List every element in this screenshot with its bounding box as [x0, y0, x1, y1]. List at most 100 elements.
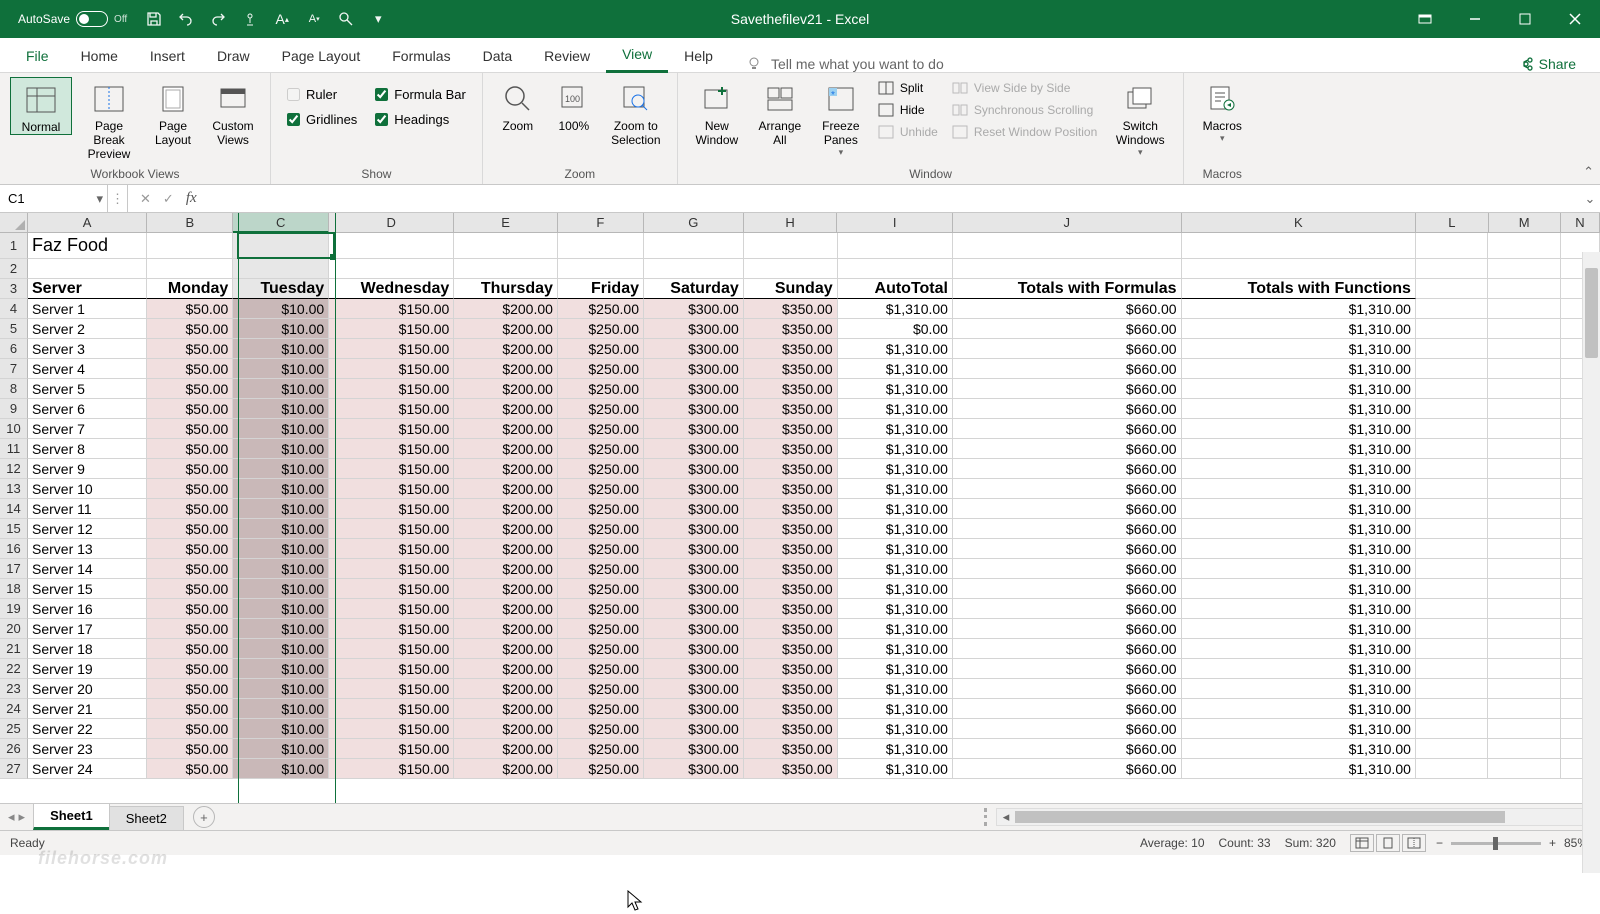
cell[interactable]: $150.00: [329, 599, 454, 619]
tab-file[interactable]: File: [10, 40, 65, 72]
scrollbar-thumb[interactable]: [1585, 268, 1598, 358]
cell[interactable]: $50.00: [147, 399, 233, 419]
cell[interactable]: $300.00: [644, 519, 744, 539]
cell[interactable]: [1488, 599, 1560, 619]
cell[interactable]: $1,310.00: [1182, 459, 1416, 479]
cell[interactable]: [233, 233, 329, 259]
formula-bar-checkbox[interactable]: Formula Bar: [375, 87, 466, 102]
cell[interactable]: $1,310.00: [838, 599, 953, 619]
zoom-selection-button[interactable]: Zoom to Selection: [605, 77, 667, 147]
cell[interactable]: Server 18: [28, 639, 147, 659]
cell[interactable]: $50.00: [147, 339, 233, 359]
cell[interactable]: $50.00: [147, 759, 233, 779]
cell[interactable]: $200.00: [454, 419, 558, 439]
row-header[interactable]: 4: [0, 299, 28, 319]
cell[interactable]: [1488, 759, 1560, 779]
save-icon[interactable]: [145, 10, 163, 28]
cell[interactable]: Totals with Formulas: [953, 279, 1182, 299]
row-headers[interactable]: 1234567891011121314151617181920212223242…: [0, 233, 28, 779]
cell[interactable]: $150.00: [329, 579, 454, 599]
row-header[interactable]: 11: [0, 439, 28, 459]
cell[interactable]: $350.00: [744, 659, 838, 679]
col-header-D[interactable]: D: [329, 213, 454, 233]
cell[interactable]: $300.00: [644, 379, 744, 399]
tab-draw[interactable]: Draw: [201, 40, 266, 72]
formula-input[interactable]: [209, 185, 1580, 212]
cell[interactable]: $200.00: [454, 459, 558, 479]
cell[interactable]: $150.00: [329, 539, 454, 559]
row-header[interactable]: 16: [0, 539, 28, 559]
cell[interactable]: $1,310.00: [838, 639, 953, 659]
cell[interactable]: $350.00: [744, 579, 838, 599]
column-headers[interactable]: ABCDEFGHIJKLMN: [28, 213, 1600, 233]
cell[interactable]: $1,310.00: [838, 339, 953, 359]
cell[interactable]: [1488, 419, 1560, 439]
cancel-formula-icon[interactable]: ✕: [140, 191, 151, 207]
cell[interactable]: [744, 233, 838, 259]
cell[interactable]: [1416, 559, 1488, 579]
namebox-expand-icon[interactable]: ⋮: [108, 185, 128, 212]
page-layout-view-icon[interactable]: [1376, 834, 1400, 852]
cell[interactable]: Friday: [558, 279, 644, 299]
maximize-icon[interactable]: [1500, 0, 1550, 38]
cell[interactable]: $10.00: [233, 559, 329, 579]
cell[interactable]: $50.00: [147, 679, 233, 699]
sheet-next-icon[interactable]: ▸: [19, 809, 26, 825]
cell[interactable]: $350.00: [744, 359, 838, 379]
cell[interactable]: [1416, 299, 1488, 319]
cell[interactable]: $350.00: [744, 519, 838, 539]
cell[interactable]: $1,310.00: [838, 439, 953, 459]
cell[interactable]: $1,310.00: [838, 359, 953, 379]
cell[interactable]: Server 23: [28, 739, 147, 759]
cell[interactable]: $200.00: [454, 619, 558, 639]
cell[interactable]: $200.00: [454, 319, 558, 339]
col-header-H[interactable]: H: [744, 213, 838, 233]
cell[interactable]: Server 24: [28, 759, 147, 779]
cell[interactable]: [1488, 699, 1560, 719]
cell[interactable]: $1,310.00: [838, 719, 953, 739]
cell[interactable]: $200.00: [454, 579, 558, 599]
tab-review[interactable]: Review: [528, 40, 606, 72]
cell[interactable]: $200.00: [454, 679, 558, 699]
cell[interactable]: $10.00: [233, 539, 329, 559]
cell[interactable]: [558, 233, 644, 259]
cell[interactable]: $10.00: [233, 319, 329, 339]
autosave-toggle[interactable]: AutoSave Off: [18, 11, 127, 27]
cell[interactable]: $350.00: [744, 419, 838, 439]
cell[interactable]: $660.00: [953, 399, 1182, 419]
cell[interactable]: $660.00: [953, 699, 1182, 719]
cell[interactable]: $150.00: [329, 739, 454, 759]
cell[interactable]: $250.00: [558, 759, 644, 779]
row-header[interactable]: 22: [0, 659, 28, 679]
zoom-100-button[interactable]: 100100%: [549, 77, 599, 133]
cell[interactable]: $300.00: [644, 399, 744, 419]
cell[interactable]: $1,310.00: [1182, 559, 1416, 579]
row-header[interactable]: 15: [0, 519, 28, 539]
cell[interactable]: [1182, 233, 1416, 259]
cell[interactable]: [1416, 359, 1488, 379]
row-header[interactable]: 3: [0, 279, 28, 299]
cell[interactable]: $660.00: [953, 339, 1182, 359]
row-header[interactable]: 8: [0, 379, 28, 399]
cell[interactable]: [1488, 519, 1560, 539]
cell[interactable]: $250.00: [558, 679, 644, 699]
cell[interactable]: $1,310.00: [838, 579, 953, 599]
add-sheet-button[interactable]: +: [193, 806, 215, 828]
cell[interactable]: $50.00: [147, 519, 233, 539]
cell[interactable]: $10.00: [233, 739, 329, 759]
cell[interactable]: $300.00: [644, 499, 744, 519]
col-header-K[interactable]: K: [1182, 213, 1417, 233]
cell[interactable]: $1,310.00: [1182, 339, 1416, 359]
cell[interactable]: $300.00: [644, 419, 744, 439]
cell[interactable]: $200.00: [454, 639, 558, 659]
expand-formula-bar-icon[interactable]: ⌄: [1580, 191, 1600, 207]
row-header[interactable]: 6: [0, 339, 28, 359]
cell[interactable]: $660.00: [953, 499, 1182, 519]
sheet-nav[interactable]: ◂▸: [0, 809, 33, 825]
cell[interactable]: $10.00: [233, 659, 329, 679]
cell[interactable]: $200.00: [454, 479, 558, 499]
cell[interactable]: $250.00: [558, 359, 644, 379]
cell[interactable]: $10.00: [233, 419, 329, 439]
cell[interactable]: $300.00: [644, 699, 744, 719]
cell[interactable]: $50.00: [147, 479, 233, 499]
